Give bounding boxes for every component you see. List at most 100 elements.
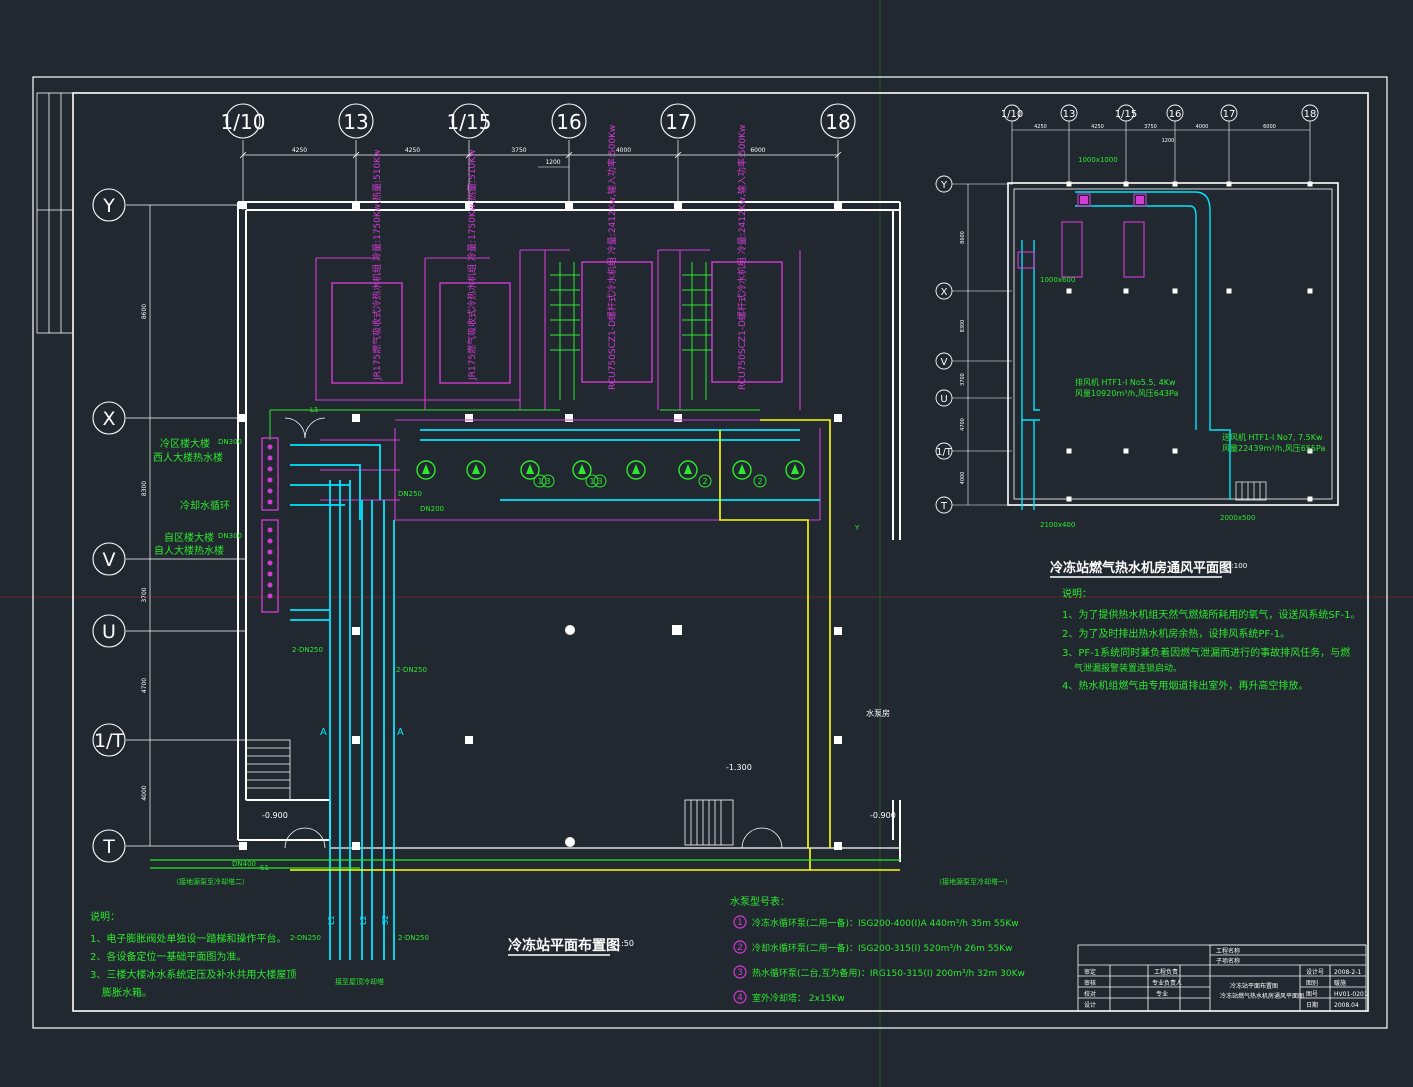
pump-tag-5: 3 bbox=[597, 477, 602, 486]
main-row-label-0: Y bbox=[102, 195, 115, 217]
inset-dim-top-0: 4250 bbox=[1034, 124, 1047, 130]
inset-note-5: 4、热水机组燃气由专用烟道排出室外，再升高空排放。 bbox=[1062, 679, 1308, 692]
pipe-label-6: DN300 bbox=[218, 532, 242, 540]
duct-label-4: 2000x500 bbox=[1220, 514, 1255, 522]
tb-role2-3: 专业 bbox=[1156, 990, 1168, 998]
inset-pillar-15 bbox=[1307, 496, 1313, 502]
main-pillar-0 bbox=[352, 201, 360, 209]
inset-pillar-2 bbox=[1172, 181, 1178, 187]
tb-field-2: 图别 bbox=[1306, 979, 1318, 987]
fan1-name: 排风机 HTF1-I No5.5, 4Kw bbox=[1075, 377, 1176, 387]
inset-col-label-4: 17 bbox=[1223, 109, 1236, 120]
inset-dim-left-2: 3700 bbox=[960, 373, 966, 386]
main-row-label-1: X bbox=[102, 408, 115, 430]
main-pillar-6 bbox=[352, 414, 360, 422]
level-mark-1: -1.300 bbox=[726, 763, 752, 772]
inset-row-label-2: V bbox=[941, 357, 948, 368]
inset-notes-title: 说明： bbox=[1062, 587, 1092, 600]
pipe-label-7: DN250 bbox=[398, 490, 422, 498]
main-col-label-3: 16 bbox=[556, 110, 581, 134]
pump-tag-2: 2 bbox=[702, 477, 707, 486]
inset-pillar-14 bbox=[1066, 496, 1072, 502]
inset-pillar-6 bbox=[1123, 288, 1129, 294]
pump-tag-3: 2 bbox=[757, 477, 762, 486]
main-pillar-8 bbox=[565, 414, 573, 422]
main-pillar-15 bbox=[834, 736, 842, 744]
main-pillar-18 bbox=[239, 842, 247, 850]
inset-dim-top-3: 4000 bbox=[1196, 124, 1209, 130]
main-row-label-2: V bbox=[103, 549, 116, 571]
inset-note-4: 气泄漏报警装置连锁启动。 bbox=[1074, 662, 1182, 674]
level-mark-3: -0.900 bbox=[870, 811, 896, 820]
pipe-label-3: 2-DN250 bbox=[290, 934, 321, 942]
inset-row-label-4: 1/T bbox=[936, 447, 953, 458]
chiller-label-4: RCU750SCZ1-D螺杆式冷水机组 冷量:2412Kw,输入功率:500Kw bbox=[736, 125, 748, 390]
riser-label-3: S2 bbox=[381, 915, 390, 925]
main-row-label-4: 1/T bbox=[94, 730, 124, 752]
main-dim-left-0: 8600 bbox=[141, 304, 148, 319]
inset-pillar-3 bbox=[1226, 181, 1232, 187]
tb-field-4: 日期 bbox=[1306, 1001, 1318, 1009]
main-col-label-2: 1/15 bbox=[447, 110, 492, 134]
inset-col-label-1: 13 bbox=[1063, 109, 1076, 120]
riser-label-1: L1 bbox=[327, 915, 336, 925]
main-dim-1200: 1200 bbox=[545, 159, 560, 166]
main-pillar-3 bbox=[674, 201, 682, 209]
tb-subproject: 子项名称 bbox=[1216, 957, 1240, 965]
main-dim-top-2: 3750 bbox=[511, 147, 526, 154]
inset-dim-top-1: 4250 bbox=[1091, 124, 1104, 130]
side-note-left: （接地源泵至冷却塔二） bbox=[172, 877, 249, 886]
pump-table-text-3: 室外冷却塔： 2x15Kw bbox=[752, 992, 845, 1004]
main-notes-title: 说明： bbox=[90, 910, 120, 923]
inset-col-label-5: 18 bbox=[1304, 109, 1317, 120]
inset-pillar-1 bbox=[1123, 181, 1129, 187]
main-pillar-7 bbox=[465, 414, 473, 422]
riser-label-2: L2 bbox=[359, 915, 368, 925]
main-row-label-5: T bbox=[102, 836, 115, 858]
main-note-4: 膨胀水箱。 bbox=[102, 986, 152, 999]
main-pillar-17 bbox=[834, 842, 842, 850]
tb-dtitle-1: 冷冻站平面布置图 bbox=[1230, 982, 1278, 990]
inset-row-label-3: U bbox=[940, 394, 947, 405]
inset-note-3: 3、PF-1系统同时兼负着因燃气泄漏而进行的事故排风任务，与燃 bbox=[1062, 646, 1350, 659]
tb-field-3: 图号 bbox=[1306, 991, 1318, 998]
pump-table-text-2: 热水循环泵(二台,互为备用)：IRG150-315(I) 200m³/h 32m… bbox=[752, 967, 1025, 979]
main-title: 冷冻站平面布置图 1:50 bbox=[508, 937, 634, 956]
left-label-5: 自人大楼热水楼 bbox=[154, 544, 224, 557]
main-row-label-3: U bbox=[102, 621, 116, 643]
pipe-label-10: L1 bbox=[310, 406, 318, 414]
chiller-label-1: JR175燃气吸收式冷热水机组 冷量:1750Kw,热量:510Kw bbox=[371, 150, 383, 381]
inset-title-scale: 1:100 bbox=[1227, 562, 1247, 570]
main-pillar-13 bbox=[834, 627, 842, 635]
main-pillar-2 bbox=[565, 201, 573, 209]
inset-dim-left-1: 8300 bbox=[960, 320, 966, 333]
fan2-spec: 风量22439m³/h,风压655Pa bbox=[1222, 444, 1325, 453]
main-dim-left-3: 4700 bbox=[141, 678, 148, 693]
main-pillar-14 bbox=[352, 736, 360, 744]
inset-dim-1200: 1200 bbox=[1162, 138, 1175, 144]
duct-label-2: 1000x600 bbox=[1040, 276, 1075, 284]
main-col-label-0: 1/10 bbox=[221, 110, 266, 134]
main-pillar-16 bbox=[352, 842, 360, 850]
inset-dim-top-4: 6000 bbox=[1263, 124, 1276, 130]
main-dim-top-3: 4000 bbox=[616, 147, 631, 154]
pipe-label-8: DN200 bbox=[420, 505, 444, 513]
tb-value-3: HV01-0201 bbox=[1334, 991, 1368, 998]
main-pillar-12 bbox=[352, 627, 360, 635]
main-dim-top-0: 4250 bbox=[292, 147, 307, 154]
cad-drawing: 1/10 13 1/15 16 17 18 Y X V U 1/T T 4250 4250 3750 40… bbox=[0, 0, 1413, 1087]
pump-table-no-1: 2 bbox=[737, 943, 743, 953]
tb-value-2: 暖施 bbox=[1334, 979, 1346, 987]
inset-pillar-10 bbox=[1066, 448, 1072, 454]
tb-dtitle-2: 冷冻站燃气热水机房通风平面图 bbox=[1220, 992, 1304, 1000]
main-pillar-9 bbox=[674, 414, 682, 422]
pump-tag-4: 3 bbox=[545, 477, 550, 486]
main-col-label-4: 17 bbox=[665, 110, 690, 134]
section-mark-1: A bbox=[320, 727, 327, 738]
main-note-1: 1、电子膨胀阀处单独设一踏梯和操作平台。 bbox=[90, 932, 286, 945]
inset-dim-left-3: 4700 bbox=[960, 418, 966, 431]
pump-table-text-1: 冷却水循环泵(二用一备)：ISG200-315(I) 520m³/h 26m 5… bbox=[752, 942, 1012, 954]
inset-dim-left-0: 8600 bbox=[960, 231, 966, 244]
main-pillar-4 bbox=[834, 201, 842, 209]
main-dim-left-4: 4000 bbox=[141, 785, 148, 800]
